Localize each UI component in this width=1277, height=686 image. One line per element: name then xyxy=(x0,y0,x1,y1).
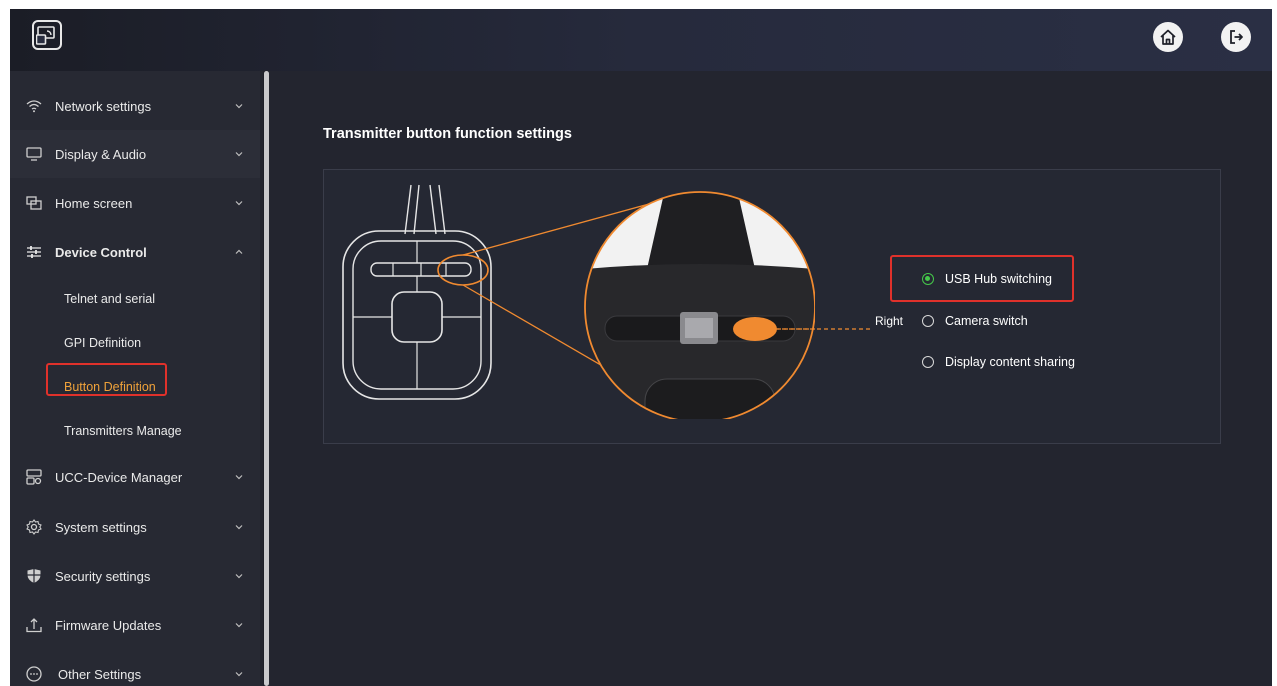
sidebar-item-label: Home screen xyxy=(55,195,133,211)
chevron-up-icon xyxy=(235,249,243,254)
sidebar-item-network-settings[interactable]: Network settings xyxy=(10,82,260,130)
sidebar-scrollbar[interactable] xyxy=(264,71,269,686)
radio-unchecked-icon[interactable] xyxy=(922,315,934,327)
wifi-icon xyxy=(25,97,43,115)
sidebar-item-label: Firmware Updates xyxy=(55,617,162,633)
chevron-down-icon xyxy=(235,574,243,579)
sidebar-item-label: System settings xyxy=(55,519,147,535)
chevron-down-icon xyxy=(235,525,243,530)
sidebar-item-label: Other Settings xyxy=(58,666,142,682)
page-title: Transmitter button function settings xyxy=(323,126,572,142)
sidebar-item-label: Security settings xyxy=(55,568,151,584)
sidebar-subitem-transmitters-manage[interactable]: Transmitters Manage xyxy=(64,424,182,438)
upload-icon xyxy=(25,616,43,634)
sidebar-item-other-settings[interactable]: Other Settings xyxy=(10,650,260,686)
more-icon xyxy=(25,665,43,683)
usb-hub-highlight xyxy=(890,255,1074,302)
sliders-icon xyxy=(25,243,43,261)
sidebar-item-label: Network settings xyxy=(55,98,152,114)
sidebar-subitem-telnet-serial[interactable]: Telnet and serial xyxy=(64,292,155,306)
device-manager-icon xyxy=(25,468,43,486)
sidebar-item-firmware-updates[interactable]: Firmware Updates xyxy=(10,601,260,649)
option-display-content-sharing[interactable]: Display content sharing xyxy=(922,355,1075,369)
app-window: Network settings Display & Audio Home sc… xyxy=(10,9,1272,686)
logout-icon[interactable] xyxy=(1221,22,1251,52)
option-camera-switch[interactable]: Camera switch xyxy=(922,314,1028,328)
chevron-down-icon xyxy=(235,475,243,480)
screen-share-logo-icon xyxy=(32,20,62,50)
home-icon[interactable] xyxy=(1153,22,1183,52)
chevron-down-icon xyxy=(235,201,243,206)
option-label: Camera switch xyxy=(945,314,1028,328)
chevron-down-icon xyxy=(235,104,243,109)
sidebar-subitem-gpi-definition[interactable]: GPI Definition xyxy=(64,336,141,350)
windows-icon xyxy=(25,194,43,212)
chevron-down-icon xyxy=(235,623,243,628)
gear-icon xyxy=(25,518,43,536)
chevron-down-icon xyxy=(235,672,243,677)
sidebar-item-device-control[interactable]: Device Control xyxy=(10,228,260,276)
transmitter-illustration xyxy=(342,184,815,419)
side-label-right: Right xyxy=(875,314,904,328)
sidebar-item-system-settings[interactable]: System settings xyxy=(10,503,260,551)
monitor-icon xyxy=(25,145,43,163)
top-bar xyxy=(10,9,1272,71)
sidebar-item-label: UCC-Device Manager xyxy=(55,469,183,485)
sidebar: Network settings Display & Audio Home sc… xyxy=(10,71,260,686)
chevron-down-icon xyxy=(235,152,243,157)
shield-icon xyxy=(25,567,43,585)
radio-unchecked-icon[interactable] xyxy=(922,356,934,368)
sidebar-item-label: Device Control xyxy=(55,244,147,260)
pointer-dashed-line xyxy=(775,328,870,330)
sidebar-item-security-settings[interactable]: Security settings xyxy=(10,552,260,600)
sidebar-item-display-audio[interactable]: Display & Audio xyxy=(10,130,260,178)
sidebar-item-label: Display & Audio xyxy=(55,146,147,162)
sidebar-item-ucc-device-manager[interactable]: UCC-Device Manager xyxy=(10,453,260,501)
sidebar-item-home-screen[interactable]: Home screen xyxy=(10,179,260,227)
option-label: Display content sharing xyxy=(945,355,1075,369)
button-definition-highlight xyxy=(46,363,167,396)
